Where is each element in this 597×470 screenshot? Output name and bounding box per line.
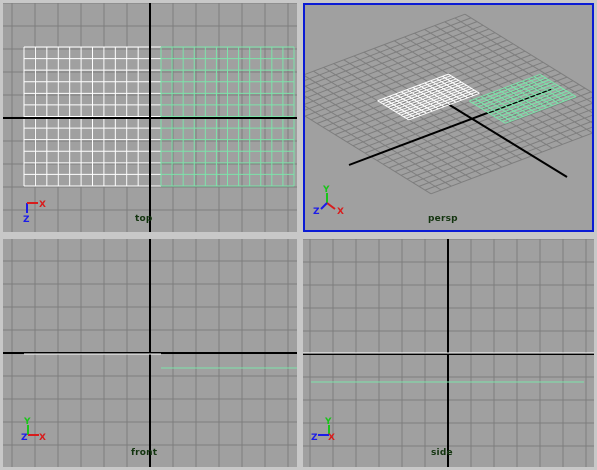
- viewport-label-front: front: [131, 448, 158, 458]
- grid-line: [305, 13, 466, 75]
- axis-gizmo-front: Y Z X: [21, 417, 46, 443]
- axis-gizmo-persp: Y Z X: [313, 185, 344, 217]
- svg-text:X: X: [337, 207, 344, 217]
- svg-text:X: X: [39, 433, 46, 443]
- svg-text:Y: Y: [324, 417, 332, 427]
- viewport-label-persp: persp: [428, 214, 458, 224]
- svg-text:Z: Z: [313, 207, 320, 217]
- svg-text:Z: Z: [311, 433, 318, 443]
- viewport-label-side: side: [431, 448, 453, 458]
- grid-line: [305, 24, 484, 93]
- svg-text:Z: Z: [23, 215, 30, 225]
- svg-text:X: X: [328, 433, 335, 443]
- viewport-label-top: top: [135, 214, 153, 224]
- svg-text:Y: Y: [322, 185, 330, 195]
- viewport-front[interactable]: Y Z X front: [3, 239, 297, 467]
- viewport-persp[interactable]: Y Z X persp: [303, 3, 594, 232]
- viewport-side[interactable]: Y Z X side: [303, 239, 594, 467]
- grid-line: [430, 132, 592, 195]
- axis-gizmo-top: X Z: [23, 200, 46, 225]
- svg-text:X: X: [39, 200, 46, 210]
- axis-gizmo-side: Y Z X: [311, 417, 335, 443]
- persp-z-axis: [447, 103, 568, 178]
- side-grid: [303, 239, 594, 467]
- svg-text:Y: Y: [23, 417, 31, 427]
- green-mesh-top: [160, 46, 295, 187]
- white-mesh-top: [23, 46, 162, 187]
- svg-text:Z: Z: [21, 433, 28, 443]
- viewport-top[interactable]: X Z top: [3, 3, 297, 232]
